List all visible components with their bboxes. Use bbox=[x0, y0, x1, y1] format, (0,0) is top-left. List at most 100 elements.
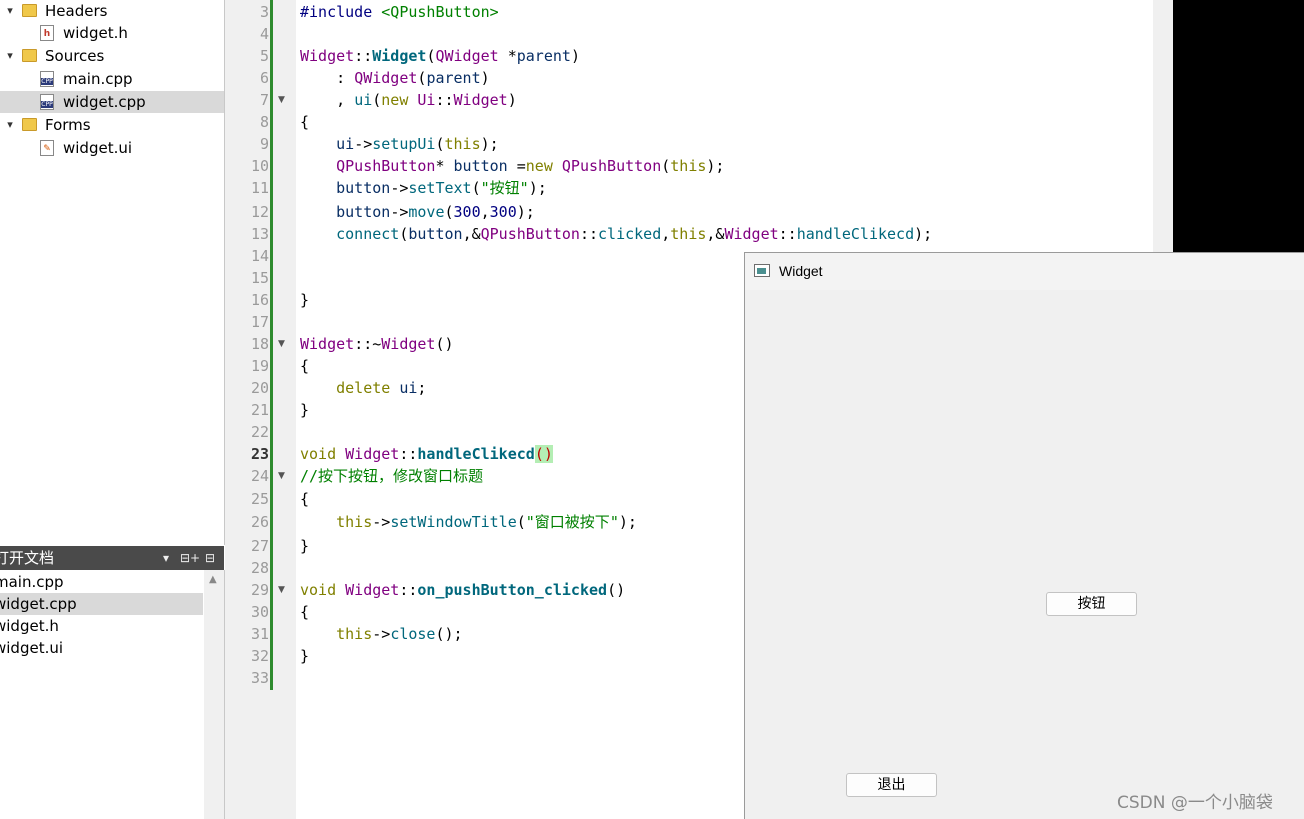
tree-item-label: Forms bbox=[45, 116, 91, 134]
expand-arrow-icon[interactable]: ▾ bbox=[4, 0, 16, 22]
line-number: 28 bbox=[250, 559, 269, 577]
code-line[interactable]: this->close(); bbox=[300, 623, 462, 645]
modified-lines-marker bbox=[270, 0, 273, 690]
code-line[interactable]: delete ui; bbox=[300, 377, 426, 399]
header-file-icon: h bbox=[40, 25, 54, 41]
tree-item[interactable]: CPP widget.cpp bbox=[0, 91, 224, 113]
line-number: 24 bbox=[250, 467, 269, 485]
code-line[interactable]: button->setText("按钮"); bbox=[300, 177, 547, 199]
tree-item[interactable]: ▾ Forms bbox=[0, 114, 224, 136]
cpp-file-icon: CPP bbox=[40, 94, 54, 110]
line-number: 19 bbox=[250, 357, 269, 375]
code-line[interactable]: } bbox=[300, 399, 309, 421]
line-number-gutter: 3 4 5 6 7 8 9 10 11 12 13 14 15 16 17 18 19 20 21 22 23 24 25 2… bbox=[225, 0, 296, 819]
tree-item-label: widget.h bbox=[63, 24, 128, 42]
split-icon[interactable]: ⊟+ bbox=[180, 546, 200, 570]
open-document-label: widget.ui bbox=[0, 639, 64, 657]
line-number: 32 bbox=[250, 647, 269, 665]
code-line[interactable]: QPushButton* button =new QPushButton(thi… bbox=[300, 155, 724, 177]
line-number: 6 bbox=[259, 69, 269, 87]
open-documents-header: 打开文档 ▾ ⊟+ ⊟ bbox=[0, 546, 224, 570]
open-documents-list: ▲ main.cpp widget.cpp widget.h widget.ui bbox=[0, 570, 225, 819]
window-titlebar[interactable]: Widget bbox=[745, 253, 1304, 290]
code-line[interactable]: { bbox=[300, 601, 309, 623]
quit-button[interactable]: 退出 bbox=[846, 773, 937, 797]
code-line[interactable]: #include <QPushButton> bbox=[300, 1, 499, 23]
code-line[interactable]: connect(button,&QPushButton::clicked,thi… bbox=[300, 223, 932, 245]
open-document-item[interactable]: main.cpp bbox=[0, 571, 203, 593]
code-line[interactable]: { bbox=[300, 111, 309, 133]
open-document-item[interactable]: widget.h bbox=[0, 615, 203, 637]
fold-arrow-icon[interactable]: ▼ bbox=[278, 89, 285, 111]
open-document-label: widget.cpp bbox=[0, 595, 77, 613]
line-number: 25 bbox=[250, 490, 269, 508]
ui-file-icon: ✎ bbox=[40, 140, 54, 156]
line-number: 4 bbox=[259, 25, 269, 43]
line-number: 14 bbox=[250, 247, 269, 265]
tree-item-label: Headers bbox=[45, 2, 108, 20]
line-number: 3 bbox=[259, 3, 269, 21]
watermark: CSDN @一个小脑袋 bbox=[1117, 793, 1273, 813]
background-window bbox=[1173, 0, 1304, 260]
line-number: 8 bbox=[259, 113, 269, 131]
project-tree: ▾ Headers h widget.h ▾ Sources CPP main.cpp CPP w… bbox=[0, 0, 225, 545]
code-line[interactable]: button->move(300,300); bbox=[300, 201, 535, 223]
line-number: 26 bbox=[250, 513, 269, 531]
code-line[interactable]: { bbox=[300, 488, 309, 510]
line-number: 15 bbox=[250, 269, 269, 287]
close-panel-icon[interactable]: ⊟ bbox=[205, 546, 215, 570]
code-line[interactable]: , ui(new Ui::Widget) bbox=[300, 89, 517, 111]
line-number: 30 bbox=[250, 603, 269, 621]
line-number: 5 bbox=[259, 47, 269, 65]
line-number: 20 bbox=[250, 379, 269, 397]
expand-arrow-icon[interactable]: ▾ bbox=[4, 45, 16, 67]
tree-item[interactable]: CPP main.cpp bbox=[0, 68, 224, 90]
tree-item[interactable]: ▾ Sources bbox=[0, 45, 224, 67]
fold-arrow-icon[interactable]: ▼ bbox=[278, 579, 285, 601]
line-number: 27 bbox=[250, 537, 269, 555]
line-number: 29 bbox=[250, 581, 269, 599]
fold-arrow-icon[interactable]: ▼ bbox=[278, 333, 285, 355]
code-line[interactable]: : QWidget(parent) bbox=[300, 67, 490, 89]
chevron-down-icon[interactable]: ▾ bbox=[163, 546, 169, 570]
line-number: 11 bbox=[250, 179, 269, 197]
line-number: 9 bbox=[259, 135, 269, 153]
tree-item[interactable]: ▾ Headers bbox=[0, 0, 224, 22]
line-number: 7 bbox=[259, 91, 269, 109]
fold-arrow-icon[interactable]: ▼ bbox=[278, 465, 285, 487]
cpp-file-icon: CPP bbox=[40, 71, 54, 87]
line-number: 10 bbox=[250, 157, 269, 175]
folder-icon bbox=[22, 118, 37, 131]
open-document-label: main.cpp bbox=[0, 573, 64, 591]
open-document-item[interactable]: widget.ui bbox=[0, 637, 203, 659]
widget-window: Widget 按钮 退出 bbox=[744, 252, 1304, 819]
line-number: 17 bbox=[250, 313, 269, 331]
code-line[interactable]: Widget::~Widget() bbox=[300, 333, 454, 355]
folder-icon bbox=[22, 49, 37, 62]
line-number: 23 bbox=[250, 445, 269, 463]
window-title: Widget bbox=[779, 263, 823, 279]
code-line[interactable]: void Widget::handleClikecd() bbox=[300, 443, 553, 465]
open-documents-title: 打开文档 bbox=[0, 549, 55, 567]
window-app-icon bbox=[754, 264, 770, 277]
line-number: 33 bbox=[250, 669, 269, 687]
tree-item[interactable]: ✎ widget.ui bbox=[0, 137, 224, 159]
tree-item-label: widget.ui bbox=[63, 139, 133, 157]
tree-item-label: main.cpp bbox=[63, 70, 133, 88]
code-line[interactable]: ui->setupUi(this); bbox=[300, 133, 499, 155]
open-document-item[interactable]: widget.cpp bbox=[0, 593, 203, 615]
code-line[interactable]: //按下按钮，修改窗口标题 bbox=[300, 465, 483, 487]
tree-item[interactable]: h widget.h bbox=[0, 22, 224, 44]
code-line[interactable]: this->setWindowTitle("窗口被按下"); bbox=[300, 511, 637, 533]
code-line[interactable]: } bbox=[300, 535, 309, 557]
code-line[interactable]: void Widget::on_pushButton_clicked() bbox=[300, 579, 625, 601]
code-line[interactable]: { bbox=[300, 355, 309, 377]
scroll-up-icon[interactable]: ▲ bbox=[209, 574, 217, 585]
press-button[interactable]: 按钮 bbox=[1046, 592, 1137, 616]
open-documents-scrollbar[interactable]: ▲ bbox=[204, 570, 224, 819]
code-line[interactable]: } bbox=[300, 645, 309, 667]
expand-arrow-icon[interactable]: ▾ bbox=[4, 114, 16, 136]
code-line[interactable]: Widget::Widget(QWidget *parent) bbox=[300, 45, 580, 67]
line-number: 13 bbox=[250, 225, 269, 243]
code-line[interactable]: } bbox=[300, 289, 309, 311]
